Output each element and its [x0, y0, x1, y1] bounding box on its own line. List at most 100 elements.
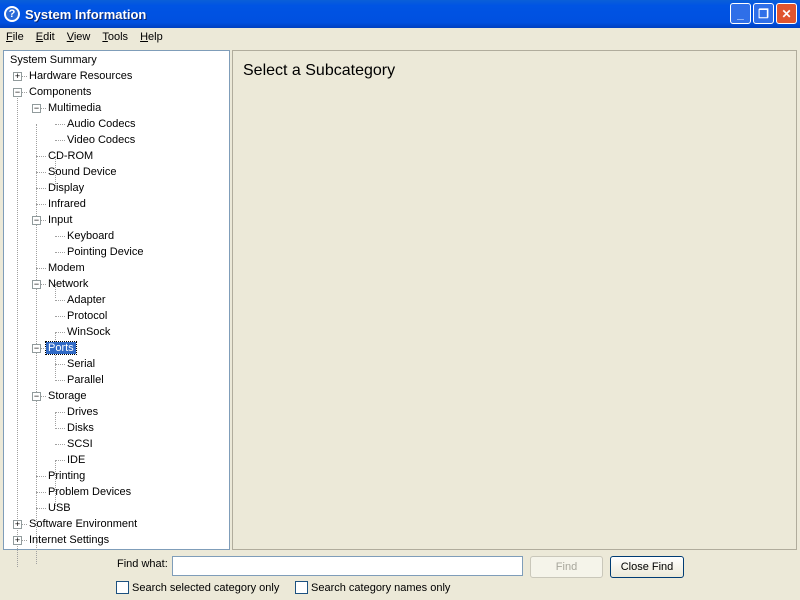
- menu-label: ile: [12, 31, 24, 43]
- tree-item-protocol[interactable]: Protocol: [65, 308, 109, 324]
- minimize-button[interactable]: _: [730, 3, 751, 24]
- maximize-button[interactable]: ❐: [753, 3, 774, 24]
- tree-connector: [55, 124, 65, 125]
- tree-item-input[interactable]: Input: [46, 212, 74, 228]
- category-tree[interactable]: System Summary Hardware Resources + Compone…: [3, 50, 230, 567]
- search-selected-checkbox[interactable]: Search selected category only: [116, 581, 279, 594]
- tree-item-label: SCSI: [67, 438, 93, 450]
- tree-item-label: Pointing Device: [67, 246, 144, 258]
- search-names-checkbox[interactable]: Search category names only: [295, 581, 450, 594]
- tree-item-label: Network: [48, 278, 89, 290]
- details-pane: Select a Subcategory: [232, 50, 797, 550]
- tree-item-sound-device[interactable]: Sound Device: [46, 164, 119, 180]
- app-icon: ?: [4, 6, 20, 22]
- tree-item-disks[interactable]: Disks: [65, 420, 96, 436]
- checkbox-box[interactable]: [116, 581, 129, 594]
- find-button[interactable]: Find: [530, 556, 603, 578]
- tree-item-label: Keyboard: [67, 230, 115, 242]
- tree-item-label: Adapter: [67, 294, 106, 306]
- tree-item-adapter[interactable]: Adapter: [65, 292, 108, 308]
- checkbox-label: Search selected category only: [132, 581, 280, 594]
- checkbox-box[interactable]: [295, 581, 308, 594]
- menu-tools[interactable]: Tools: [96, 31, 134, 43]
- collapse-icon[interactable]: −: [32, 392, 41, 401]
- tree-connector: [55, 316, 65, 317]
- tree-connector: [55, 428, 65, 429]
- tree-item-cd-rom[interactable]: CD-ROM: [46, 148, 95, 164]
- find-what-input[interactable]: [172, 556, 523, 576]
- tree-item-ports[interactable]: Ports: [45, 340, 77, 356]
- collapse-icon[interactable]: −: [32, 216, 41, 225]
- tree-item-label: Multimedia: [48, 102, 102, 114]
- tree-item-label: Audio Codecs: [67, 118, 136, 130]
- find-what-label: Find what:: [117, 558, 168, 570]
- tree-connector: [55, 412, 65, 413]
- tree-connector: [55, 444, 65, 445]
- menu-accel: F: [6, 31, 13, 43]
- tree-item-hardware-resources[interactable]: Hardware Resources: [27, 68, 134, 84]
- tree-item-infrared[interactable]: Infrared: [46, 196, 88, 212]
- tree-item-printing[interactable]: Printing: [46, 468, 87, 484]
- tree-item-label: Disks: [67, 422, 94, 434]
- tree-item-serial[interactable]: Serial: [65, 356, 97, 372]
- collapse-icon[interactable]: −: [32, 104, 41, 113]
- tree-item-scsi[interactable]: SCSI: [65, 436, 95, 452]
- tree-item-drives[interactable]: Drives: [65, 404, 100, 420]
- tree-item-label: Input: [48, 214, 73, 226]
- tree-item-multimedia[interactable]: Multimedia: [46, 100, 103, 116]
- close-button[interactable]: ✕: [776, 3, 797, 24]
- tree-item-keyboard[interactable]: Keyboard: [65, 228, 116, 244]
- menu-label: dit: [43, 31, 55, 43]
- tree-item-label: Storage: [48, 390, 87, 402]
- tree-connector: [36, 188, 46, 189]
- tree-item-label: Parallel: [67, 374, 104, 386]
- menu-edit[interactable]: Edit: [30, 31, 61, 43]
- tree-item-usb[interactable]: USB: [46, 500, 73, 516]
- tree-item-label: Components: [29, 86, 92, 98]
- tree-connector: [36, 508, 46, 509]
- tree-connector: [36, 172, 46, 173]
- close-find-button[interactable]: Close Find: [610, 556, 684, 578]
- tree-item-problem-devices[interactable]: Problem Devices: [46, 484, 133, 500]
- menu-help[interactable]: Help: [134, 31, 169, 43]
- tree-item-ide[interactable]: IDE: [65, 452, 87, 468]
- tree-item-label: Video Codecs: [67, 134, 136, 146]
- menu-file[interactable]: File: [0, 31, 30, 43]
- window-title: System Information: [25, 6, 147, 22]
- tree-item-display[interactable]: Display: [46, 180, 86, 196]
- tree-connector: [55, 364, 65, 365]
- tree-connector: [36, 156, 46, 157]
- tree-item-winsock[interactable]: WinSock: [65, 324, 112, 340]
- tree-item-modem[interactable]: Modem: [46, 260, 87, 276]
- expand-icon[interactable]: +: [13, 536, 22, 545]
- collapse-icon[interactable]: −: [32, 344, 41, 353]
- menu-bar: File Edit View Tools Help: [0, 28, 800, 46]
- tree-item-storage[interactable]: Storage: [46, 388, 89, 404]
- tree-item-system-summary[interactable]: System Summary: [8, 52, 99, 68]
- tree-connector: [55, 380, 65, 381]
- tree-item-label: Modem: [48, 262, 85, 274]
- collapse-icon[interactable]: −: [32, 280, 41, 289]
- tree-connector: [36, 204, 46, 205]
- tree-item-label: USB: [48, 502, 71, 514]
- tree-guide-line: [55, 412, 56, 426]
- menu-view[interactable]: View: [61, 31, 97, 43]
- tree-item-video-codecs[interactable]: Video Codecs: [65, 132, 137, 148]
- tree-connector: [55, 252, 65, 253]
- tree-item-components[interactable]: Components: [27, 84, 93, 100]
- expand-icon[interactable]: +: [13, 72, 22, 81]
- tree-item-label: Serial: [67, 358, 96, 370]
- expand-icon[interactable]: +: [13, 520, 22, 529]
- menu-accel: V: [66, 31, 74, 43]
- tree-item-label: Infrared: [48, 198, 86, 210]
- tree-item-network[interactable]: Network: [46, 276, 90, 292]
- tree-item-pointing-device[interactable]: Pointing Device: [65, 244, 145, 260]
- tree-item-label: Protocol: [67, 310, 108, 322]
- collapse-icon[interactable]: −: [13, 88, 22, 97]
- tree-item-internet-settings[interactable]: Internet Settings: [27, 532, 111, 548]
- tree-item-audio-codecs[interactable]: Audio Codecs: [65, 116, 138, 132]
- title-bar: ? System Information _ ❐ ✕: [0, 0, 800, 28]
- tree-item-parallel[interactable]: Parallel: [65, 372, 106, 388]
- tree-connector: [55, 332, 65, 333]
- tree-item-software-environment[interactable]: Software Environment: [27, 516, 139, 532]
